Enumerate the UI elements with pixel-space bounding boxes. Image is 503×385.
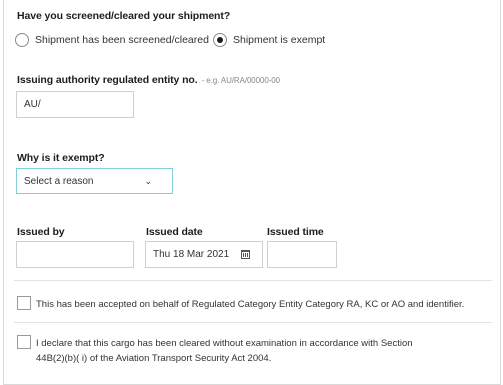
issued-time-input[interactable] bbox=[267, 241, 337, 268]
radio-selected-dot bbox=[217, 37, 223, 43]
section-divider bbox=[14, 322, 492, 323]
entity-number-input[interactable]: AU/ bbox=[16, 91, 134, 118]
entity-label-text: Issuing authority regulated entity no. bbox=[17, 74, 198, 86]
issued-time-label: Issued time bbox=[267, 226, 324, 238]
exempt-reason-label: Why is it exempt? bbox=[17, 152, 105, 164]
issued-by-input[interactable] bbox=[16, 241, 134, 268]
section-divider bbox=[14, 280, 492, 281]
declaration-checkbox[interactable] bbox=[17, 335, 31, 349]
issued-date-value: Thu 18 Mar 2021 bbox=[153, 249, 230, 260]
exempt-reason-select[interactable]: Select a reason ⌄ bbox=[16, 168, 173, 194]
declaration-text: I declare that this cargo has been clear… bbox=[36, 338, 413, 364]
entity-label: Issuing authority regulated entity no. - … bbox=[17, 74, 280, 86]
issued-date-label: Issued date bbox=[146, 226, 203, 238]
issued-by-label: Issued by bbox=[17, 226, 65, 238]
radio-screened-cleared-label: Shipment has been screened/cleared bbox=[35, 34, 209, 46]
calendar-icon[interactable] bbox=[241, 250, 250, 259]
chevron-down-icon: ⌄ bbox=[144, 176, 152, 186]
screening-question: Have you screened/cleared your shipment? bbox=[17, 10, 231, 22]
entity-hint: - e.g. AU/RA/00000-00 bbox=[201, 76, 281, 85]
accepted-on-behalf-checkbox[interactable] bbox=[17, 296, 31, 310]
radio-button-selected[interactable] bbox=[213, 33, 227, 47]
accepted-on-behalf-text: This has been accepted on behalf of Regu… bbox=[36, 299, 465, 310]
radio-button[interactable] bbox=[15, 33, 29, 47]
radio-shipment-exempt[interactable]: Shipment is exempt bbox=[213, 33, 325, 47]
form-panel: Have you screened/cleared your shipment?… bbox=[3, 0, 501, 385]
radio-shipment-exempt-label: Shipment is exempt bbox=[233, 34, 326, 46]
radio-screened-cleared[interactable]: Shipment has been screened/cleared bbox=[15, 33, 209, 47]
exempt-reason-value: Select a reason bbox=[24, 175, 94, 187]
issued-date-input[interactable]: Thu 18 Mar 2021 bbox=[145, 241, 263, 268]
